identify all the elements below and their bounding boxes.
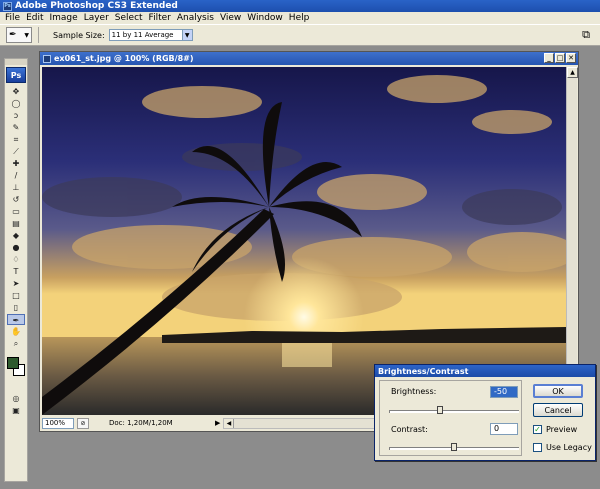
document-size: Doc: 1,20M/1,20M (109, 419, 173, 427)
sample-size-select[interactable]: 11 by 11 Average ▼ (108, 29, 193, 41)
close-button[interactable]: ✕ (566, 53, 576, 63)
status-menu-arrow-icon[interactable]: ▶ (215, 419, 220, 427)
eyedropper-tool-icon[interactable]: ✒ (7, 314, 25, 325)
slice-tool-icon[interactable]: ⟋ (7, 146, 25, 157)
shape-tool-icon[interactable]: □ (7, 290, 25, 301)
brightness-contrast-dialog: Brightness/Contrast Brightness: -50 Cont… (374, 364, 596, 461)
crop-tool-icon[interactable]: ⌗ (7, 134, 25, 145)
scroll-up-icon[interactable]: ▲ (567, 67, 578, 78)
sample-size-label: Sample Size: (53, 30, 105, 40)
hand-tool-icon[interactable]: ✋ (7, 326, 25, 337)
minimize-button[interactable]: _ (544, 53, 554, 63)
cancel-button[interactable]: Cancel (533, 403, 583, 417)
chevron-down-icon: ▼ (181, 30, 192, 40)
status-info-icon[interactable]: ⊘ (77, 417, 89, 429)
use-legacy-checkbox[interactable]: Use Legacy (533, 443, 592, 452)
app-title: Adobe Photoshop CS3 Extended (15, 1, 178, 11)
move-tool-icon[interactable]: ✥ (7, 86, 25, 97)
menu-help[interactable]: Help (286, 13, 313, 23)
path-select-tool-icon[interactable]: ➤ (7, 278, 25, 289)
marquee-tool-icon[interactable]: ◯ (7, 98, 25, 109)
healing-brush-tool-icon[interactable]: ✚ (7, 158, 25, 169)
menu-layer[interactable]: Layer (81, 13, 112, 23)
document-icon (43, 54, 51, 63)
brightness-label: Brightness: (391, 387, 437, 396)
preview-checkbox[interactable]: ✓ Preview (533, 425, 577, 434)
document-title-bar[interactable]: ex061_st.jpg @ 100% (RGB/8#) _ □ ✕ (40, 52, 578, 65)
quick-mask-icon[interactable]: ◎ (7, 393, 25, 404)
screen-mode-icon[interactable]: ▣ (7, 405, 25, 416)
menu-select[interactable]: Select (112, 13, 146, 23)
photoshop-logo[interactable]: Ps (6, 67, 26, 83)
quick-select-tool-icon[interactable]: ✎ (7, 122, 25, 133)
zoom-level-field[interactable]: 100% (42, 417, 74, 429)
lasso-tool-icon[interactable]: ↄ (7, 110, 25, 121)
options-bar: ✒ ▼ Sample Size: 11 by 11 Average ▼ ⧉ (0, 24, 600, 46)
app-title-bar: Ps Adobe Photoshop CS3 Extended (0, 0, 600, 12)
menu-filter[interactable]: Filter (146, 13, 174, 23)
chevron-down-icon: ▼ (24, 31, 29, 39)
tool-preset-picker[interactable]: ✒ ▼ (6, 27, 32, 43)
foreground-color-swatch[interactable] (7, 357, 19, 369)
menu-file[interactable]: File (2, 13, 23, 23)
notes-tool-icon[interactable]: ▯ (7, 302, 25, 313)
sample-size-value: 11 by 11 Average (111, 31, 174, 39)
eraser-tool-icon[interactable]: ▭ (7, 206, 25, 217)
eyedropper-icon: ✒ (9, 30, 17, 40)
sunset-photo (42, 67, 566, 415)
legacy-check-icon[interactable] (533, 443, 542, 452)
menu-edit[interactable]: Edit (23, 13, 46, 23)
contrast-slider-thumb[interactable] (451, 443, 457, 451)
clone-stamp-tool-icon[interactable]: ⊥ (7, 182, 25, 193)
document-title: ex061_st.jpg @ 100% (RGB/8#) (54, 54, 194, 63)
menu-image[interactable]: Image (47, 13, 81, 23)
scroll-left-icon[interactable]: ◀ (224, 418, 235, 428)
color-swatches (5, 355, 27, 379)
contrast-label: Contrast: (391, 425, 428, 434)
menu-bar: File Edit Image Layer Select Filter Anal… (0, 12, 600, 24)
pen-tool-icon[interactable]: ♢ (7, 254, 25, 265)
workspace-icon[interactable]: ⧉ (582, 28, 590, 42)
preview-check-icon[interactable]: ✓ (533, 425, 542, 434)
gradient-tool-icon[interactable]: ▤ (7, 218, 25, 229)
menu-analysis[interactable]: Analysis (174, 13, 217, 23)
type-tool-icon[interactable]: T (7, 266, 25, 277)
history-brush-tool-icon[interactable]: ↺ (7, 194, 25, 205)
ok-button[interactable]: OK (533, 384, 583, 398)
window-controls: _ □ ✕ (544, 53, 576, 63)
brightness-slider-track[interactable] (389, 410, 519, 413)
brightness-input[interactable]: -50 (490, 386, 518, 398)
dodge-tool-icon[interactable]: ● (7, 242, 25, 253)
blur-tool-icon[interactable]: ◆ (7, 230, 25, 241)
photoshop-app-icon: Ps (3, 1, 12, 11)
options-divider (38, 27, 39, 43)
menu-view[interactable]: View (217, 13, 244, 23)
brightness-slider-thumb[interactable] (436, 406, 443, 414)
use-legacy-label: Use Legacy (546, 443, 592, 452)
menu-window[interactable]: Window (244, 13, 286, 23)
brush-tool-icon[interactable]: / (7, 170, 25, 181)
image-canvas[interactable] (42, 67, 566, 415)
vertical-scrollbar[interactable]: ▲ ▼ (566, 67, 578, 415)
contrast-input[interactable]: 0 (490, 423, 518, 435)
preview-label: Preview (546, 425, 578, 434)
toolbox-grip[interactable] (5, 59, 27, 65)
maximize-button[interactable]: □ (555, 53, 565, 63)
dialog-title[interactable]: Brightness/Contrast (375, 365, 595, 377)
toolbox: Ps ✥ ◯ ↄ ✎ ⌗ ⟋ ✚ / ⊥ ↺ ▭ ▤ ◆ ● ♢ T ➤ □ ▯… (4, 58, 28, 482)
zoom-tool-icon[interactable]: ⌕ (7, 338, 25, 349)
